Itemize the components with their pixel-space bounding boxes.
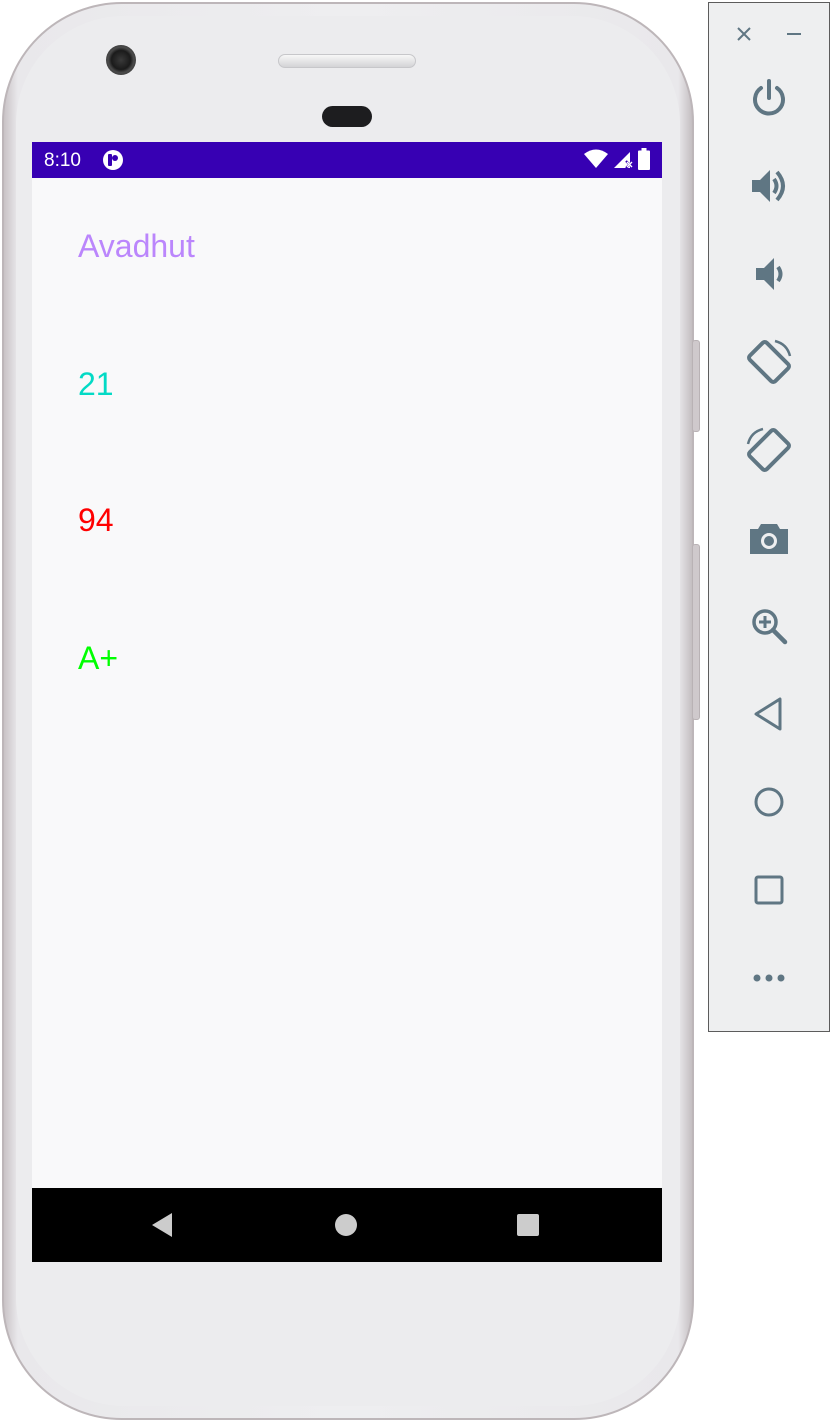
status-time: 8:10 (44, 150, 81, 171)
camera-icon[interactable] (745, 514, 793, 562)
home-icon[interactable] (331, 1210, 361, 1240)
wifi-icon (584, 149, 608, 169)
home-icon[interactable] (745, 778, 793, 826)
rotate-right-icon[interactable] (745, 426, 793, 474)
overview-icon[interactable] (745, 866, 793, 914)
earpiece-speaker (278, 54, 416, 68)
rotate-left-icon[interactable] (745, 338, 793, 386)
name-text: Avadhut (78, 228, 195, 264)
back-icon[interactable] (745, 690, 793, 738)
close-icon[interactable] (731, 21, 757, 47)
power-side-button (692, 340, 700, 432)
proximity-sensor (322, 106, 372, 127)
volume-down-icon[interactable] (745, 250, 793, 298)
back-icon[interactable] (148, 1210, 178, 1240)
more-icon[interactable] (745, 954, 793, 1002)
power-icon[interactable] (745, 74, 793, 122)
signal-icon (612, 149, 634, 169)
navigation-bar (32, 1188, 662, 1262)
age-text: 21 (78, 366, 114, 402)
status-icons (584, 148, 650, 170)
device-screen: 8:10 Avadhut 21 94 A+ (32, 142, 662, 1262)
volume-side-button (692, 544, 700, 720)
emulator-toolbar (708, 2, 830, 1032)
marks-text: 94 (78, 502, 114, 538)
volume-up-icon[interactable] (745, 162, 793, 210)
minimize-icon[interactable] (781, 21, 807, 47)
app-content: Avadhut 21 94 A+ (32, 178, 662, 1188)
battery-icon (638, 148, 650, 170)
recents-icon[interactable] (513, 1210, 543, 1240)
grade-text: A+ (78, 640, 119, 676)
zoom-icon[interactable] (745, 602, 793, 650)
status-bar: 8:10 (32, 142, 662, 178)
front-camera (106, 45, 136, 75)
app-notification-icon (102, 149, 124, 171)
